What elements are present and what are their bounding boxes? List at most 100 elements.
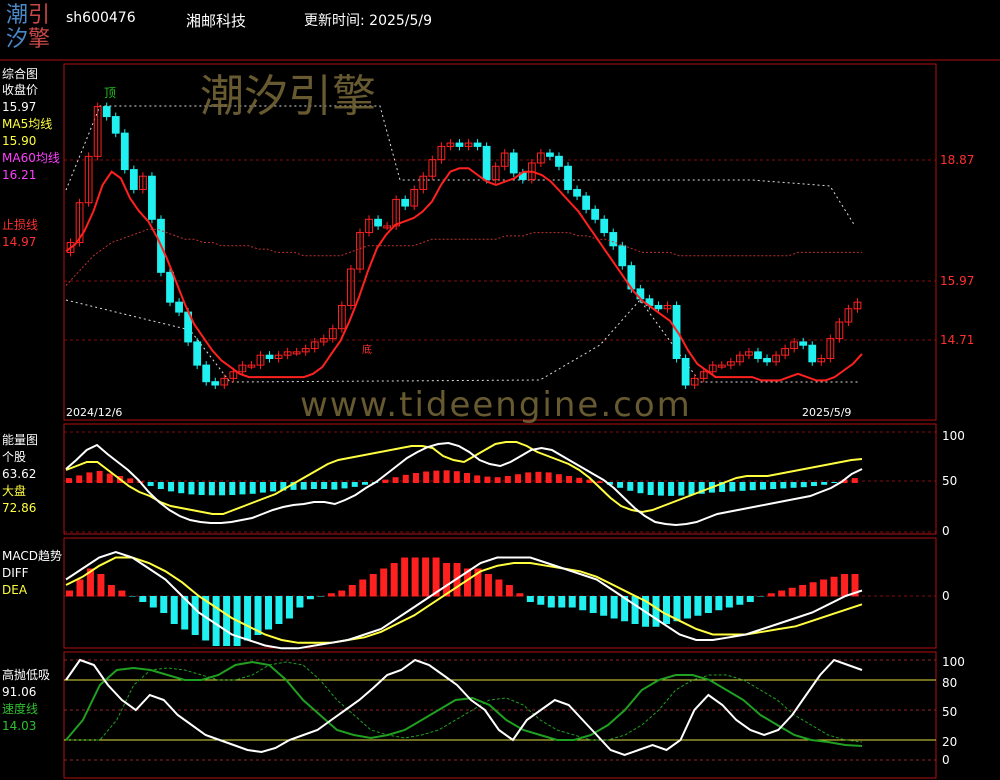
macd-diff-label: DIFF <box>2 566 29 580</box>
candle-5 <box>111 116 120 134</box>
energy-bar-4 <box>106 473 113 483</box>
macd-bar-40 <box>484 574 492 597</box>
stock-symbol: sh600476 <box>66 10 136 26</box>
gaopao-axis-100: 100 <box>942 655 965 669</box>
macd-bar-30 <box>380 568 388 597</box>
energy-axis-0: 0 <box>942 524 950 538</box>
energy-bar-55 <box>627 482 634 491</box>
macd-bar-31 <box>390 563 398 597</box>
macd-bar-50 <box>589 596 597 613</box>
upper-band <box>65 105 856 227</box>
macd-bar-23 <box>306 596 314 600</box>
energy-bar-37 <box>443 470 450 483</box>
macd-bar-69 <box>788 587 796 597</box>
macd-bar-54 <box>631 596 639 624</box>
energy-bar-69 <box>770 482 777 489</box>
energy-bar-52 <box>596 481 603 483</box>
energy-bar-75 <box>831 482 838 483</box>
macd-bar-49 <box>579 596 587 611</box>
macd-bar-71 <box>809 582 817 597</box>
energy-bar-3 <box>96 470 103 483</box>
url-watermark: www.tideengine.com <box>300 385 692 425</box>
macd-bar-19 <box>265 596 272 630</box>
energy-bar-20 <box>270 482 277 492</box>
candle-56 <box>573 188 581 197</box>
energy-bar-43 <box>504 476 511 483</box>
axis-label-1597: 15.97 <box>940 274 975 288</box>
macd-bar-44 <box>526 596 534 602</box>
energy-bar-77 <box>851 478 858 483</box>
macd-bar-74 <box>841 574 849 597</box>
energy-bar-40 <box>474 475 481 483</box>
energy-bar-9 <box>157 482 164 489</box>
gaopao-axis-80: 80 <box>942 676 958 690</box>
logo-char-4: 擎 <box>28 27 51 52</box>
energy-bar-13 <box>198 482 205 495</box>
candle-15 <box>202 364 211 383</box>
energy-bar-45 <box>525 472 532 483</box>
energy-bar-35 <box>423 471 430 483</box>
macd-bar-48 <box>568 596 576 608</box>
candle-45 <box>473 142 482 147</box>
logo-char-1: 潮 <box>6 3 29 28</box>
macd-bar-34 <box>422 557 430 597</box>
bottom-marker: 底 <box>362 345 372 356</box>
energy-bar-6 <box>127 478 134 483</box>
macd-bar-8 <box>149 596 157 608</box>
energy-bar-32 <box>392 477 399 483</box>
energy-bar-31 <box>382 479 389 483</box>
speed-line <box>65 660 863 747</box>
panel-frame-0 <box>63 63 937 421</box>
energy-bar-28 <box>351 482 358 487</box>
axis-label-1887: 18.87 <box>940 153 975 167</box>
energy-bar-60 <box>678 482 685 496</box>
candle-68 <box>681 357 690 386</box>
gaopao-title: 高抛低吸 <box>2 668 51 682</box>
energy-bar-68 <box>759 482 766 490</box>
ma60-value: 16.21 <box>2 168 37 182</box>
energy-bar-19 <box>259 482 266 493</box>
macd-bar-22 <box>296 596 304 608</box>
energy-bar-58 <box>657 482 664 496</box>
top-marker: 顶 <box>104 86 117 100</box>
energy-bar-59 <box>668 482 675 496</box>
candle-9 <box>148 175 156 220</box>
gaopao-axis-0: 0 <box>942 753 950 767</box>
date-start: 2024/12/6 <box>66 406 123 419</box>
macd-bar-64 <box>736 596 744 605</box>
macd-bar-59 <box>683 596 691 619</box>
energy-bar-26 <box>331 482 338 490</box>
energy-bar-2 <box>86 472 93 483</box>
macd-bar-67 <box>767 593 775 597</box>
close-label: 收盘价 <box>2 83 39 97</box>
main-title: 综合图 <box>2 67 39 81</box>
macd-bar-41 <box>495 579 503 597</box>
macd-bar-52 <box>610 596 618 619</box>
candle-54 <box>555 155 563 167</box>
gaopao-line <box>65 658 863 757</box>
energy-bar-71 <box>790 482 797 488</box>
macd-bar-73 <box>830 576 838 597</box>
energy-bar-8 <box>147 482 154 486</box>
stop-value: 14.97 <box>2 235 37 249</box>
energy-bar-65 <box>729 482 736 492</box>
candle-22 <box>265 354 274 359</box>
energy-axis-100: 100 <box>942 429 965 443</box>
macd-bar-7 <box>139 596 147 602</box>
macd-bar-45 <box>537 596 545 605</box>
energy-bar-70 <box>780 482 787 489</box>
ma5-stop-line <box>65 167 863 382</box>
energy-bar-66 <box>739 482 746 491</box>
macd-bar-63 <box>725 596 733 608</box>
macd-bar-60 <box>694 596 702 616</box>
energy-market-label: 大盘 <box>2 484 27 498</box>
speed-value: 14.03 <box>2 719 37 733</box>
energy-bar-61 <box>688 482 695 495</box>
ma60-line <box>65 228 862 286</box>
energy-bar-25 <box>321 482 328 489</box>
energy-bar-18 <box>249 482 256 494</box>
energy-bar-23 <box>300 482 307 490</box>
candle-14 <box>193 341 202 366</box>
energy-bar-72 <box>800 482 807 488</box>
stop-label: 止损线 <box>2 218 39 232</box>
